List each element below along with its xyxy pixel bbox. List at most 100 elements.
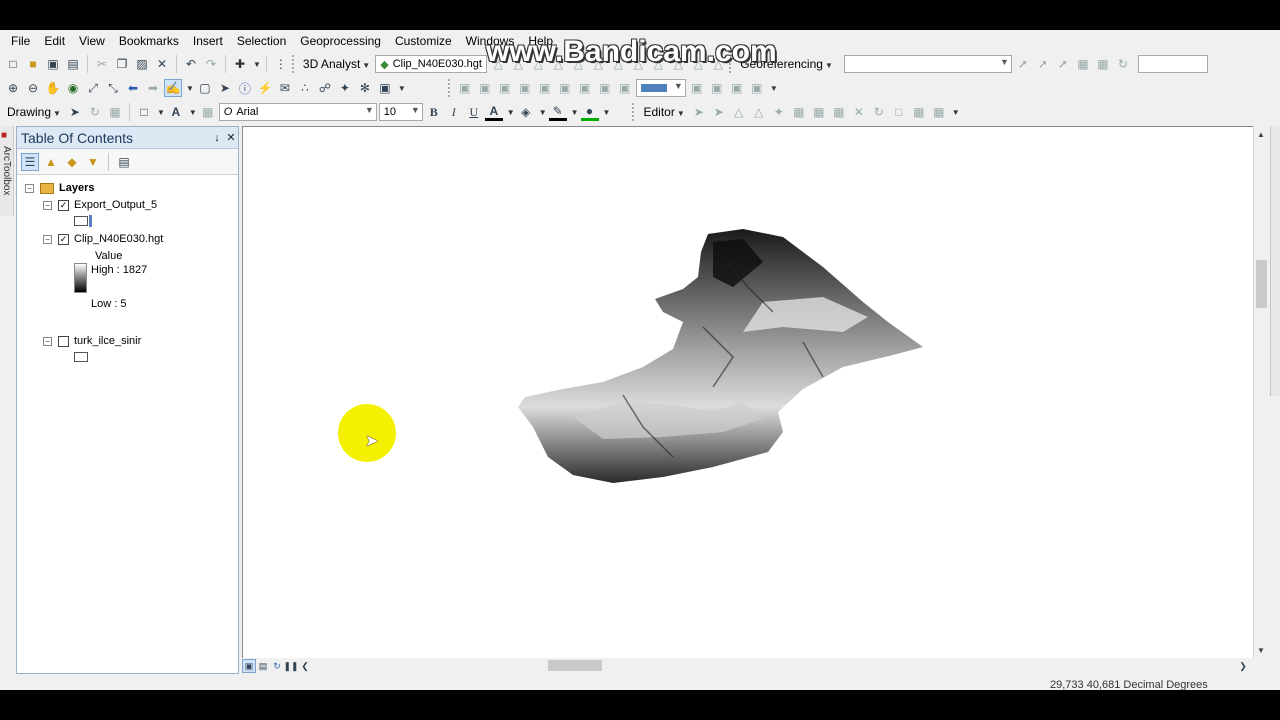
time-slider-icon[interactable]: ▣ [376,79,394,97]
find-route-icon[interactable]: ✦ [336,79,354,97]
save-icon[interactable]: ▣ [44,55,62,73]
find-icon[interactable]: ☍ [316,79,334,97]
tree-root-layers[interactable]: − Layers [25,180,94,196]
select-features-icon[interactable]: ✍ [164,79,182,97]
collapse-icon[interactable]: − [43,234,52,244]
edit-tool-icon[interactable]: ▦ [790,103,808,121]
horizontal-scroll-thumb[interactable] [548,660,602,671]
disabled-tool-icon[interactable]: ▣ [556,79,574,97]
pin-icon[interactable]: ↓ [210,132,224,144]
edit-vertices-icon[interactable]: ▦ [199,103,217,121]
edit-tool-icon[interactable]: ✕ [850,103,868,121]
fill-color-icon[interactable]: ◈ [517,103,535,121]
legend-symbol[interactable] [74,213,92,229]
rotate-element-icon[interactable]: ↻ [86,103,104,121]
chevron-down-icon[interactable]: ▼ [507,108,515,117]
3d-analyst-menu[interactable]: 3D Analyst ▼ [300,57,373,71]
disabled-tool-icon[interactable]: ▣ [616,79,634,97]
layer-visibility-checkbox[interactable]: ✓ [58,233,69,245]
paste-icon[interactable]: ▨ [133,55,151,73]
scroll-up-icon[interactable]: ▲ [1257,130,1265,139]
layer-row[interactable]: − ✓ Export_Output_5 [43,197,157,213]
more-tools-icon[interactable]: ⋮ [272,55,290,73]
edit-tool-icon[interactable]: ▦ [930,103,948,121]
georef-tool-icon[interactable]: ▦ [1074,55,1092,73]
menu-customize[interactable]: Customize [388,30,459,52]
pan-hand-icon[interactable]: ✋ [44,79,62,97]
copy-icon[interactable]: ❐ [113,55,131,73]
edit-tool-icon[interactable]: □ [890,103,908,121]
disabled-tool-icon[interactable]: ▣ [748,79,766,97]
new-document-icon[interactable]: □ [4,55,22,73]
map-vertical-scrollbar[interactable]: ▲ ▼ [1253,126,1268,660]
chevron-down-icon[interactable]: ▼ [952,108,960,117]
bold-button[interactable]: B [425,103,443,121]
measure-icon[interactable]: ∴ [296,79,314,97]
menu-insert[interactable]: Insert [186,30,230,52]
close-icon[interactable]: ✕ [224,131,238,144]
legend-symbol[interactable] [74,349,88,365]
list-by-drawing-order-icon[interactable]: ☰ [21,152,39,171]
menu-geoprocessing[interactable]: Geoprocessing [293,30,388,52]
chevron-down-icon[interactable]: ▼ [571,108,579,117]
edit-tool-icon[interactable]: △ [730,103,748,121]
zoom-in-icon[interactable]: ⊕ [4,79,22,97]
add-data-icon[interactable]: ✚ [231,55,249,73]
scroll-thumb[interactable] [1256,260,1267,308]
edit-tool-icon[interactable]: ✦ [770,103,788,121]
collapse-icon[interactable]: − [43,200,52,210]
full-extent-icon[interactable]: ◉ [64,79,82,97]
line-color-icon[interactable]: ✎ [548,103,567,121]
forward-arrow-icon[interactable]: ➡ [144,79,162,97]
pause-drawing-icon[interactable]: ❚❚ [283,659,298,673]
options-icon[interactable]: ▤ [115,153,133,171]
disabled-tool-icon[interactable]: ▣ [576,79,594,97]
edit-tool-icon[interactable]: ➤ [690,103,708,121]
zoom-element-icon[interactable]: ▦ [106,103,124,121]
layer-row[interactable]: − ✓ Clip_N40E030.hgt [43,231,163,247]
font-name-select[interactable]: O Arial ▼ [218,103,377,121]
list-by-visibility-icon[interactable]: ◆ [63,153,81,171]
list-by-selection-icon[interactable]: ▼ [84,153,102,171]
menu-edit[interactable]: Edit [37,30,72,52]
layer-visibility-checkbox[interactable]: ✓ [58,199,69,211]
georef-tool-icon[interactable]: ▦ [1094,55,1112,73]
rotate-icon[interactable]: ↻ [1114,55,1132,73]
georef-tool-icon[interactable]: ➚ [1014,55,1032,73]
chevron-down-icon[interactable]: ▼ [186,84,194,93]
edit-tool-icon[interactable]: ▦ [830,103,848,121]
marker-color-icon[interactable]: ● [580,103,599,121]
disabled-tool-icon[interactable]: ▣ [476,79,494,97]
chevron-down-icon[interactable]: ▼ [157,108,165,117]
redo-icon[interactable]: ↷ [202,55,220,73]
disabled-tool-icon[interactable]: ▣ [516,79,534,97]
scroll-left-icon[interactable]: ❮ [298,659,312,673]
toolbar-grip[interactable] [632,103,636,121]
edit-tool-icon[interactable]: △ [750,103,768,121]
print-icon[interactable]: ▤ [64,55,82,73]
chevron-down-icon[interactable]: ▼ [770,84,778,93]
disabled-tool-icon[interactable]: ▣ [596,79,614,97]
menu-selection[interactable]: Selection [230,30,293,52]
back-arrow-icon[interactable]: ⬅ [124,79,142,97]
edit-tool-icon[interactable]: ➤ [710,103,728,121]
edit-tool-icon[interactable]: ↻ [870,103,888,121]
drawing-menu[interactable]: Drawing ▼ [4,105,64,119]
zoom-out-icon[interactable]: ⊖ [24,79,42,97]
text-tool-icon[interactable]: A [167,103,185,121]
disabled-tool-icon[interactable]: ▣ [728,79,746,97]
font-size-select[interactable]: 10 ▼ [378,103,423,121]
data-view-icon[interactable]: ▣ [242,659,256,673]
rectangle-icon[interactable]: □ [135,103,153,121]
html-popup-icon[interactable]: ✉ [276,79,294,97]
list-by-source-icon[interactable]: ▲ [42,153,60,171]
map-display[interactable] [242,126,1254,660]
scroll-down-icon[interactable]: ▼ [1257,646,1265,655]
layer-combo[interactable]: ◆ Clip_N40E030.hgt [375,55,488,73]
layer-visibility-checkbox[interactable] [58,335,69,347]
clear-selection-icon[interactable]: ▢ [196,79,214,97]
elevation-color-ramp[interactable] [74,263,87,293]
georef-layer-combo[interactable]: ▼ [843,55,1012,73]
toolbar-grip[interactable] [447,79,452,97]
layer-row[interactable]: − turk_ilce_sinir [43,333,141,349]
